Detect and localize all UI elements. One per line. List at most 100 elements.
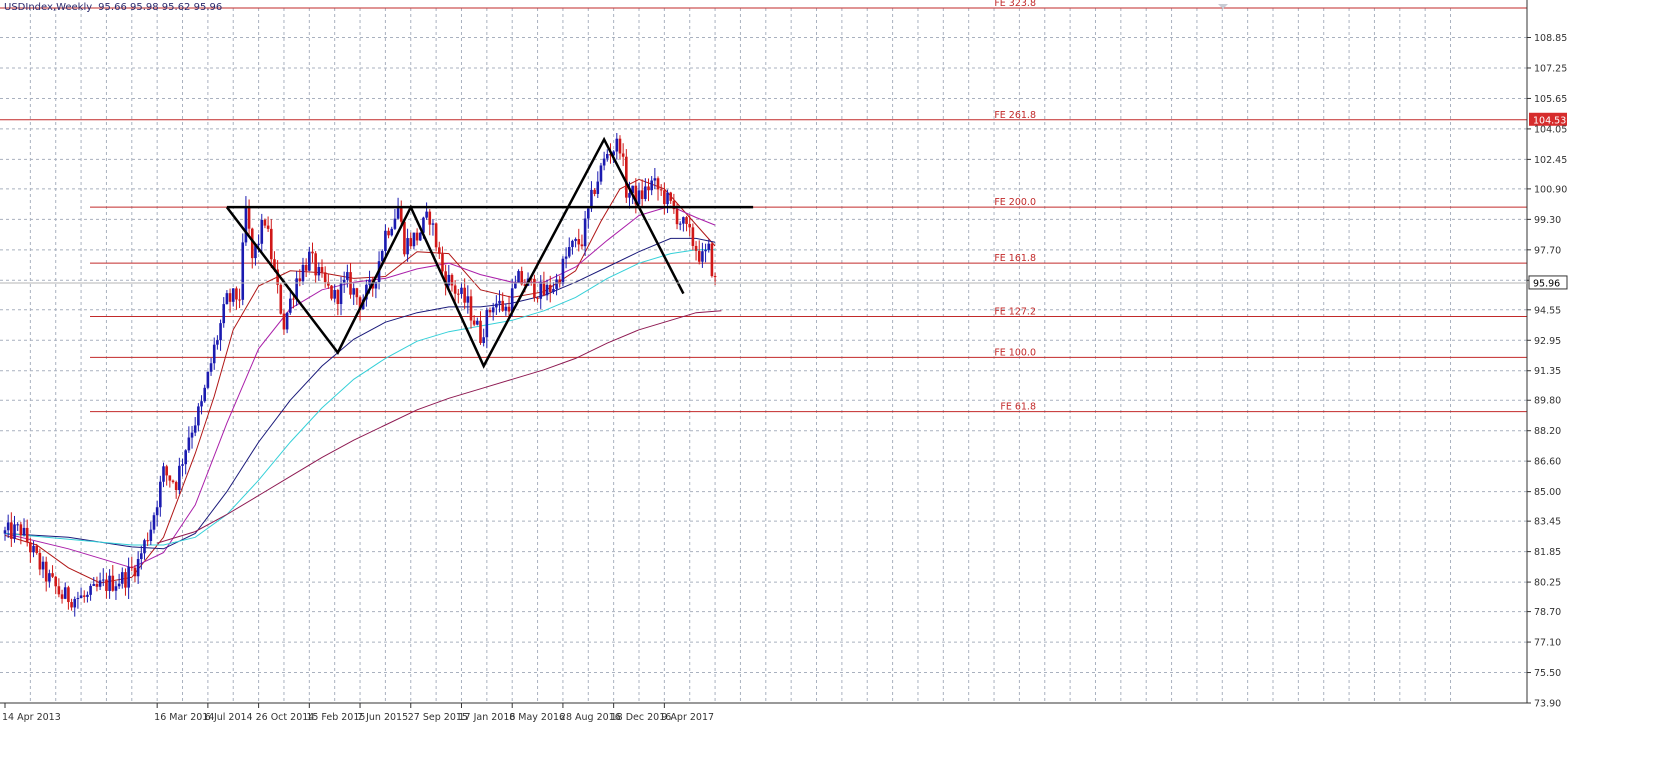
y-tick-label: 77.10 [1534, 638, 1561, 649]
candle-body [92, 584, 96, 586]
candle-body [479, 320, 482, 343]
candle-body [149, 529, 153, 541]
candle-body [393, 218, 397, 229]
candle-body [228, 293, 232, 302]
candle-body [488, 310, 492, 313]
x-tick-label: 9 Apr 2017 [661, 712, 714, 723]
candle-body [704, 249, 707, 252]
candle-body [38, 552, 42, 570]
candle-body [101, 579, 105, 581]
candle-body [22, 527, 26, 536]
candle-body [133, 567, 137, 577]
y-tick-label: 81.85 [1534, 547, 1561, 558]
candle-body [105, 579, 108, 591]
candle-body [311, 251, 314, 254]
candle-body [269, 228, 273, 260]
fe-level-label: FE 161.8 [994, 253, 1036, 264]
price-chart[interactable]: FE 323.8 FE 261.8 104.53 FE 200.0 FE 161.8 FE… [0, 0, 1667, 775]
candle-body [463, 287, 466, 303]
fe-level-label: FE 261.8 [994, 110, 1036, 121]
candle-body [57, 586, 61, 595]
candle-body [618, 138, 622, 154]
y-tick-label: 73.90 [1534, 699, 1561, 710]
candle-body [577, 238, 581, 245]
candle-body [298, 278, 302, 282]
candle-body [25, 527, 29, 543]
candle-body [355, 288, 359, 298]
candle-body [431, 223, 435, 225]
y-tick-label: 105.65 [1534, 94, 1567, 105]
candle-body [412, 232, 416, 247]
candle-body [190, 432, 194, 438]
candle-body [533, 278, 536, 298]
candle-body [108, 575, 111, 591]
x-tick-label: 6 Jul 2014 [205, 712, 253, 723]
candle-body [44, 561, 48, 582]
candle-body [691, 227, 695, 246]
candle-body [304, 264, 308, 271]
candle-body [586, 208, 590, 219]
candle-body [685, 217, 688, 224]
candle-body [615, 138, 619, 152]
candle-body [48, 573, 51, 582]
chart-canvas[interactable]: FE 323.8FE 261.8 104.53FE 200.0FE 161.8FE… [0, 0, 1667, 775]
candle-body [184, 450, 187, 465]
candle-body [181, 464, 184, 466]
x-tick-label: 14 Apr 2013 [2, 712, 61, 723]
fe-level-label: FE 323.8 [994, 0, 1036, 9]
candle-body [434, 223, 438, 248]
candle-body [219, 323, 222, 341]
candle-body [450, 274, 454, 286]
y-tick-label: 104.05 [1534, 124, 1567, 135]
chart-title: USDIndex,Weekly 95.66 95.98 95.62 95.96 [4, 2, 222, 13]
y-tick-label: 80.25 [1534, 578, 1561, 589]
candle-body [656, 178, 660, 190]
candle-body [143, 540, 146, 554]
candle-body [16, 524, 19, 526]
candle-body [320, 267, 324, 273]
candle-body [124, 572, 127, 588]
candle-body [469, 296, 473, 321]
candle-body [460, 287, 463, 294]
candle-body [317, 267, 321, 276]
candle-body [333, 290, 336, 299]
candle-body [593, 189, 596, 194]
fe-level-label: FE 127.2 [994, 306, 1036, 317]
candle-body [507, 306, 511, 312]
candle-body [418, 232, 422, 241]
candle-body [710, 243, 714, 277]
candle-body [171, 480, 175, 483]
candle-body [117, 583, 121, 587]
candle-body [79, 595, 83, 598]
candle-body [244, 206, 248, 243]
candle-body [257, 243, 260, 245]
candle-body [602, 158, 606, 166]
y-tick-label: 100.90 [1534, 184, 1567, 195]
candle-body [574, 238, 577, 241]
candle-body [545, 284, 549, 296]
candle-body [54, 576, 58, 587]
candle-body [384, 230, 387, 251]
candle-body [406, 238, 409, 255]
candle-body [472, 320, 476, 325]
candle-body [146, 540, 149, 542]
candle-body [675, 209, 679, 225]
candle-body [517, 271, 520, 283]
candle-body [314, 253, 317, 276]
candle-body [178, 465, 181, 491]
candle-body [425, 211, 428, 218]
candle-body [520, 271, 524, 285]
candle-body [13, 524, 16, 539]
candle-body [32, 545, 35, 553]
candle-body [200, 401, 203, 407]
candle-body [447, 274, 451, 286]
y-tick-label: 85.00 [1534, 487, 1561, 498]
candle-body [63, 587, 67, 599]
candle-body [206, 371, 210, 388]
candle-body [552, 288, 555, 292]
candle-body [159, 481, 162, 508]
candle-body [485, 310, 489, 338]
candle-body [260, 219, 264, 244]
y-tick-label: 83.45 [1534, 517, 1561, 528]
candle-body [10, 522, 13, 539]
